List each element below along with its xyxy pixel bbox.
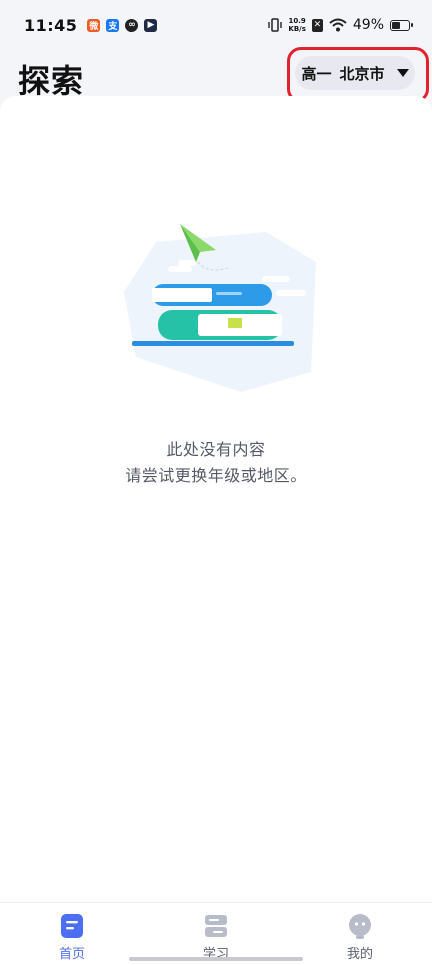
empty-message-line2: 请尝试更换年级或地区。	[125, 466, 307, 485]
nav-item-study[interactable]: 学习	[156, 903, 276, 965]
nav-item-home[interactable]: 首页	[12, 903, 132, 965]
grade-region-selector[interactable]: 高一 北京市	[295, 56, 415, 90]
content-card: 此处没有内容 请尝试更换年级或地区。	[0, 96, 432, 902]
status-time: 11:45	[24, 15, 78, 35]
bottom-nav: 首页 学习 我的	[0, 902, 432, 965]
vibrate-icon	[268, 18, 283, 32]
network-speed: 10.9 KB/s	[288, 17, 305, 33]
alipay-notification-icon: 支	[106, 18, 120, 32]
page-header: 探索 高一 北京市	[0, 47, 432, 103]
network-speed-value: 10.9	[288, 17, 306, 25]
study-stack-icon	[205, 915, 227, 937]
battery-icon	[390, 19, 413, 31]
nav-label-home: 首页	[58, 947, 85, 962]
nav-label-me: 我的	[346, 947, 373, 962]
region-label: 北京市	[339, 64, 385, 83]
link-notification-icon: ∞	[125, 18, 139, 32]
network-speed-unit: KB/s	[288, 25, 306, 33]
home-indicator[interactable]	[129, 957, 303, 961]
dropdown-caret-icon	[396, 69, 409, 77]
status-bar: 11:45 微 支 ∞ ▶ 10.9 KB/s ✕ 49%	[0, 0, 432, 50]
status-bar-left: 11:45 微 支 ∞ ▶	[24, 15, 158, 35]
grade-label: 高一	[301, 64, 332, 83]
empty-message-line1: 此处没有内容	[166, 440, 266, 459]
profile-face-icon	[349, 914, 371, 939]
empty-books-illustration	[124, 224, 316, 392]
home-doc-icon	[61, 914, 83, 938]
nav-item-me[interactable]: 我的	[300, 903, 420, 965]
wifi-icon	[329, 18, 347, 32]
no-sim-icon: ✕	[311, 18, 323, 32]
weibo-notification-icon: 微	[87, 18, 101, 32]
video-notification-icon: ▶	[144, 18, 158, 32]
battery-percent: 49%	[352, 17, 384, 33]
status-bar-right: 10.9 KB/s ✕ 49%	[268, 17, 413, 33]
